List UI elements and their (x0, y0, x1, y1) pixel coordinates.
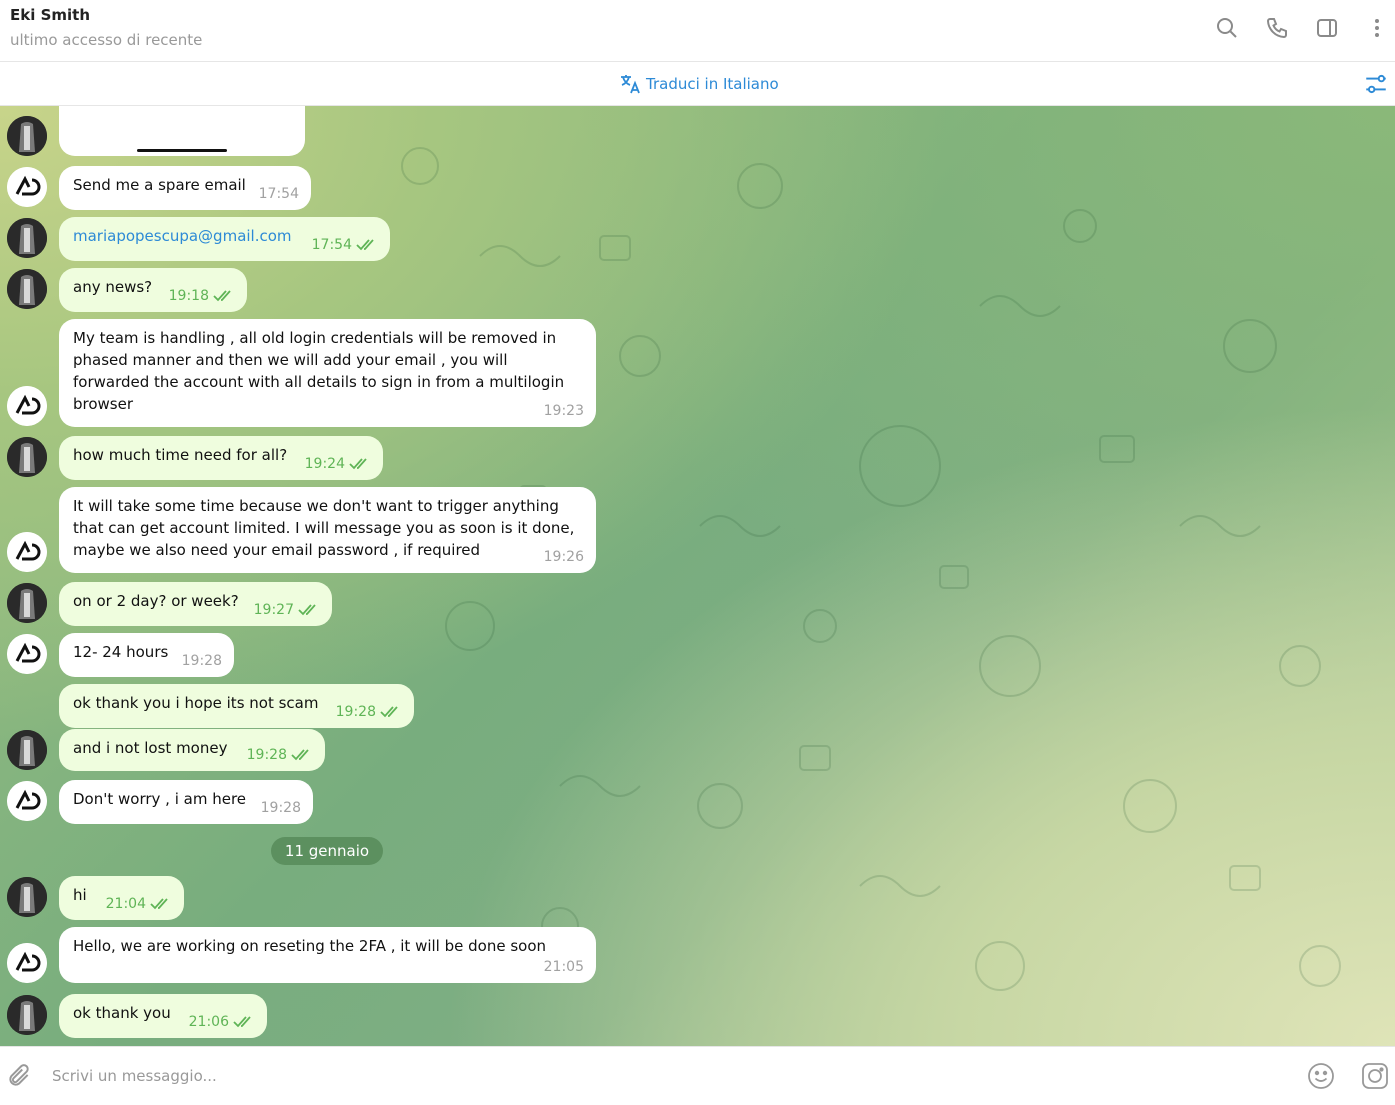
contact-avatar[interactable] (7, 995, 47, 1035)
message-bubble[interactable]: ok thank you i hope its not scam 19:28 (59, 684, 414, 728)
sticker-icon[interactable] (1360, 1061, 1390, 1091)
double-check-icon (298, 604, 316, 616)
message-text: and i not lost money (73, 739, 228, 757)
double-check-icon (213, 290, 231, 302)
message-time: 19:28 (181, 653, 222, 669)
message-bubble[interactable]: and i not lost money 19:28 (59, 729, 325, 771)
double-check-icon (380, 706, 398, 718)
message-text: hi (73, 886, 87, 904)
contact-status: ultimo accesso di recente (10, 31, 203, 49)
message-time: 19:18 (168, 288, 209, 304)
message-text: any news? (73, 278, 153, 296)
message-time: 19:28 (260, 800, 301, 816)
message-bubble[interactable]: ok thank you 21:06 (59, 994, 267, 1038)
message-time: 21:06 (188, 1014, 229, 1030)
message-bubble[interactable]: hi 21:04 (59, 876, 184, 920)
double-check-icon (233, 1016, 251, 1028)
email-link[interactable]: mariapopescupa@gmail.com (73, 227, 292, 245)
message-bubble[interactable]: mariapopescupa@gmail.com 17:54 (59, 217, 390, 261)
message-text: Send me a spare email (73, 176, 246, 194)
own-avatar-logo[interactable] (7, 781, 47, 821)
own-avatar-logo[interactable] (7, 532, 47, 572)
message-text: ok thank you i hope its not scam (73, 694, 319, 712)
message-time: 19:28 (335, 704, 376, 720)
own-avatar-logo[interactable] (7, 943, 47, 983)
translate-icon (621, 75, 640, 94)
message-time: 17:54 (258, 186, 299, 202)
message-bubble[interactable]: Hello, we are working on reseting the 2F… (59, 927, 596, 983)
double-check-icon (150, 898, 168, 910)
message-text: how much time need for all? (73, 446, 288, 464)
message-time: 19:27 (253, 602, 294, 618)
message-bubble[interactable]: It will take some time because we don't … (59, 487, 596, 573)
message-bubble[interactable]: 12- 24 hours 19:28 (59, 633, 234, 677)
chat-header: Eki Smith ultimo accesso di recente (0, 0, 1395, 62)
contact-avatar[interactable] (7, 269, 47, 309)
message-text: Hello, we are working on reseting the 2F… (73, 937, 547, 955)
double-check-icon (349, 458, 367, 470)
date-separator: 11 gennaio (271, 837, 383, 865)
message-input[interactable] (52, 1061, 1252, 1091)
more-vertical-icon[interactable] (1359, 10, 1395, 46)
message-composer (0, 1046, 1395, 1105)
double-check-icon (291, 749, 309, 761)
contact-avatar[interactable] (7, 437, 47, 477)
message-bubble[interactable]: how much time need for all? 19:24 (59, 436, 383, 480)
message-time: 21:04 (105, 896, 146, 912)
message-bubble[interactable]: on or 2 day? or week? 19:27 (59, 582, 332, 626)
message-text: My team is handling , all old login cred… (73, 329, 565, 413)
own-avatar-logo[interactable] (7, 167, 47, 207)
message-time: 21:05 (543, 959, 584, 975)
message-bubble[interactable]: Send me a spare email 17:54 (59, 166, 311, 210)
double-check-icon (356, 239, 374, 251)
message-text: on or 2 day? or week? (73, 592, 239, 610)
phone-icon[interactable] (1259, 10, 1295, 46)
message-bubble[interactable]: My team is handling , all old login cred… (59, 319, 596, 427)
search-icon[interactable] (1209, 10, 1245, 46)
message-text: ok thank you (73, 1004, 171, 1022)
message-time: 19:28 (246, 747, 287, 763)
contact-name[interactable]: Eki Smith (10, 6, 90, 24)
message-time: 19:23 (543, 403, 584, 419)
message-text: 12- 24 hours (73, 643, 169, 661)
contact-avatar[interactable] (7, 583, 47, 623)
message-text: Don't worry , i am here (73, 790, 247, 808)
message-bubble[interactable]: any news? 19:18 (59, 268, 247, 312)
message-list[interactable]: Send me a spare email 17:54 mariapopescu… (0, 106, 1395, 1046)
header-actions (1195, 10, 1395, 46)
message-time: 19:26 (543, 549, 584, 565)
translate-bar: Traduci in Italiano (0, 62, 1395, 106)
message-text: It will take some time because we don't … (73, 497, 575, 559)
sidebar-icon[interactable] (1309, 10, 1345, 46)
translate-label: Traduci in Italiano (646, 75, 779, 93)
attach-icon[interactable] (6, 1063, 32, 1089)
emoji-icon[interactable] (1306, 1061, 1336, 1091)
contact-avatar[interactable] (7, 877, 47, 917)
contact-avatar[interactable] (7, 116, 47, 156)
own-avatar-logo[interactable] (7, 386, 47, 426)
translate-button[interactable]: Traduci in Italiano (618, 71, 779, 97)
contact-avatar[interactable] (7, 218, 47, 258)
message-time: 19:24 (304, 456, 345, 472)
media-message-bubble[interactable] (59, 106, 305, 156)
message-bubble[interactable]: Don't worry , i am here 19:28 (59, 780, 313, 824)
message-time: 17:54 (311, 237, 352, 253)
own-avatar-logo[interactable] (7, 634, 47, 674)
contact-avatar[interactable] (7, 730, 47, 770)
sliders-icon[interactable] (1363, 71, 1389, 97)
